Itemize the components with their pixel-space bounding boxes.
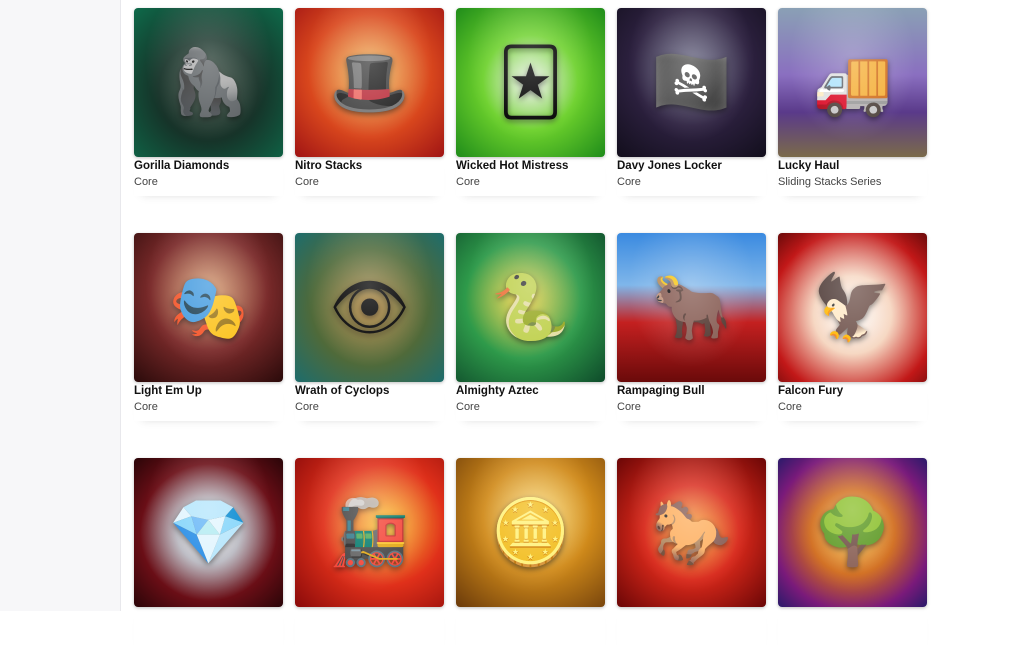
game-category: Core <box>456 176 480 188</box>
game-thumbnail[interactable]: 🐂 <box>617 233 766 382</box>
game-title[interactable]: Wrath of Cyclops <box>295 384 444 398</box>
game-card[interactable]: 🎭 Light Em Up Core <box>134 233 283 413</box>
game-category: Core <box>134 176 158 188</box>
game-thumbnail[interactable]: 🌳 <box>778 458 927 607</box>
game-category: Sliding Stacks Series <box>778 176 882 188</box>
game-card[interactable]: 🏴‍☠️ Davy Jones Locker Core <box>617 8 766 188</box>
game-card[interactable]: 🪙 <box>456 458 605 636</box>
game-thumbnail[interactable]: 🦍 <box>134 8 283 157</box>
game-title[interactable]: Lucky Haul <box>778 159 927 173</box>
game-thumbnail[interactable]: 🃏 <box>456 8 605 157</box>
game-card[interactable]: 👁 Wrath of Cyclops Core <box>295 233 444 413</box>
game-thumbnail[interactable]: 🎩 <box>295 8 444 157</box>
game-title[interactable]: Rampaging Bull <box>617 384 766 398</box>
game-category: Core <box>134 401 158 413</box>
game-thumbnail[interactable]: 🚚 <box>778 8 927 157</box>
game-card[interactable]: 🃏 Wicked Hot Mistress Core <box>456 8 605 188</box>
game-thumbnail[interactable]: 💎 <box>134 458 283 607</box>
game-title[interactable]: Light Em Up <box>134 384 283 398</box>
game-thumbnail[interactable]: 🐍 <box>456 233 605 382</box>
game-category: Core <box>456 401 480 413</box>
game-title[interactable]: Nitro Stacks <box>295 159 444 173</box>
game-card[interactable]: 🦍 Gorilla Diamonds Core <box>134 8 283 188</box>
game-title[interactable]: Almighty Aztec <box>456 384 605 398</box>
game-category: Core <box>617 176 641 188</box>
game-card[interactable]: 🐂 Rampaging Bull Core <box>617 233 766 413</box>
game-title[interactable]: Gorilla Diamonds <box>134 159 283 173</box>
game-thumbnail[interactable]: 🐎 <box>617 458 766 607</box>
game-card[interactable]: 🚚 Lucky Haul Sliding Stacks Series <box>778 8 927 188</box>
game-title[interactable]: Falcon Fury <box>778 384 927 398</box>
game-category: Core <box>778 401 802 413</box>
game-card[interactable]: 🦅 Falcon Fury Core <box>778 233 927 413</box>
game-title[interactable]: Wicked Hot Mistress <box>456 159 605 173</box>
game-thumbnail[interactable]: 👁 <box>295 233 444 382</box>
game-thumbnail[interactable]: 🪙 <box>456 458 605 607</box>
game-card[interactable]: 🐍 Almighty Aztec Core <box>456 233 605 413</box>
game-card[interactable]: 🎩 Nitro Stacks Core <box>295 8 444 188</box>
game-title[interactable]: Davy Jones Locker <box>617 159 766 173</box>
game-thumbnail[interactable]: 🎭 <box>134 233 283 382</box>
game-category: Core <box>295 176 319 188</box>
game-thumbnail[interactable]: 🏴‍☠️ <box>617 8 766 157</box>
game-card[interactable]: 💎 <box>134 458 283 636</box>
game-grid: 🦍 Gorilla Diamonds Core 🎩 Nitro Stacks C… <box>134 8 927 636</box>
game-category: Core <box>295 401 319 413</box>
game-card[interactable]: 🌳 <box>778 458 927 636</box>
game-card[interactable]: 🚂 <box>295 458 444 636</box>
game-card[interactable]: 🐎 <box>617 458 766 636</box>
game-category: Core <box>617 401 641 413</box>
game-thumbnail[interactable]: 🚂 <box>295 458 444 607</box>
sidebar-panel <box>0 0 121 611</box>
game-thumbnail[interactable]: 🦅 <box>778 233 927 382</box>
